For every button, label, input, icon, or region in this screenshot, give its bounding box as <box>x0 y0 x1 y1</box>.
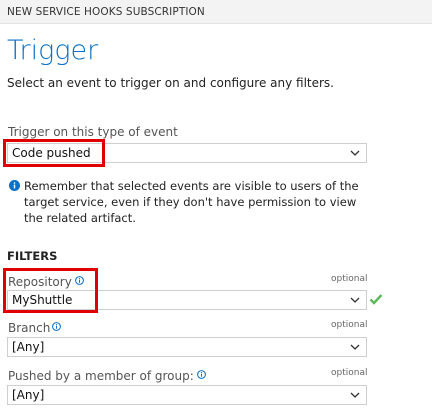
group-select[interactable]: [Any] <box>7 385 367 405</box>
branch-label: Branch <box>8 321 51 335</box>
info-icon <box>9 180 20 191</box>
group-label: Pushed by a member of group: <box>8 369 194 383</box>
page-subtitle: Select an event to trigger on and config… <box>7 76 334 90</box>
group-value: [Any] <box>12 388 45 402</box>
event-type-label: Trigger on this type of event <box>8 125 178 139</box>
branch-optional: optional <box>331 320 368 330</box>
chevron-down-icon <box>350 344 360 350</box>
branch-info-icon[interactable] <box>52 322 61 331</box>
group-info-icon[interactable] <box>197 370 206 379</box>
repository-optional: optional <box>331 274 368 284</box>
visibility-notice: Remember that selected events are visibl… <box>24 179 359 225</box>
chevron-down-icon <box>350 297 360 303</box>
valid-check-icon <box>369 294 383 305</box>
branch-value: [Any] <box>12 340 45 354</box>
filters-heading: FILTERS <box>7 249 58 263</box>
event-type-highlight <box>3 139 105 167</box>
branch-select[interactable]: [Any] <box>7 337 367 357</box>
page-title: Trigger <box>7 35 99 66</box>
chevron-down-icon <box>350 392 360 398</box>
group-optional: optional <box>331 368 368 378</box>
chevron-down-icon <box>350 150 360 156</box>
repository-highlight <box>3 268 98 313</box>
dialog-title: NEW SERVICE HOOKS SUBSCRIPTION <box>7 6 205 18</box>
header-bar: NEW SERVICE HOOKS SUBSCRIPTION <box>0 0 432 24</box>
